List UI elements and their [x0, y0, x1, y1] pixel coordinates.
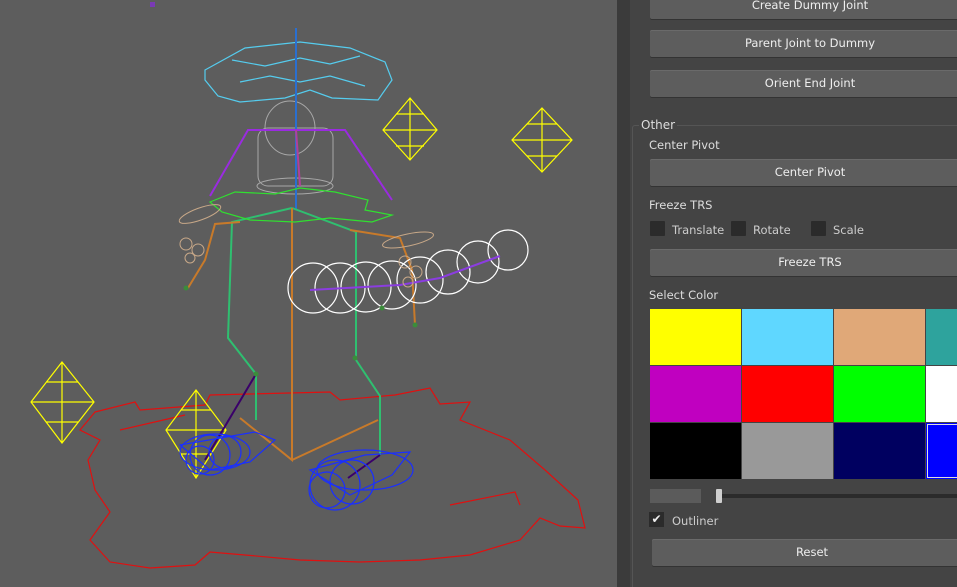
create-dummy-joint-button[interactable]: Create Dummy Joint	[650, 0, 957, 19]
color-swatch[interactable]	[926, 423, 957, 479]
translate-checkbox[interactable]	[650, 221, 665, 236]
outliner-checkbox[interactable]: ✔	[649, 512, 664, 527]
color-slider-track[interactable]	[716, 494, 957, 498]
color-swatch[interactable]	[926, 309, 957, 365]
3d-viewport[interactable]	[0, 0, 617, 587]
color-swatch[interactable]	[650, 423, 741, 479]
freeze-trs-button[interactable]: Freeze TRS	[650, 249, 957, 276]
orient-end-joint-button[interactable]: Orient End Joint	[650, 70, 957, 97]
reset-button[interactable]: Reset	[652, 539, 957, 566]
head-control-curve	[204, 41, 393, 103]
joint-dots	[183, 285, 418, 377]
color-swatch[interactable]	[742, 309, 833, 365]
rig-scene	[30, 2, 586, 569]
tail-joint-chain	[309, 255, 501, 291]
tool-panel: Create Dummy Joint Parent Joint to Dummy…	[630, 0, 957, 587]
color-slider-handle[interactable]	[716, 489, 722, 503]
ground-control-curve	[79, 387, 586, 569]
freeze-trs-label: Freeze TRS	[649, 198, 713, 212]
parent-joint-to-dummy-button[interactable]: Parent Joint to Dummy	[650, 30, 957, 57]
chest-control-curve	[208, 187, 395, 223]
panel-divider[interactable]	[617, 0, 630, 587]
center-pivot-label: Center Pivot	[649, 138, 720, 152]
color-swatch[interactable]	[834, 366, 925, 422]
select-color-label: Select Color	[649, 288, 719, 302]
color-swatch[interactable]	[834, 309, 925, 365]
color-swatch[interactable]	[650, 366, 741, 422]
scale-label: Scale	[833, 223, 864, 237]
locator-marker	[150, 2, 155, 7]
color-swatch[interactable]	[834, 423, 925, 479]
rotate-label: Rotate	[753, 223, 791, 237]
color-swatch[interactable]	[926, 366, 957, 422]
translate-label: Translate	[672, 223, 725, 237]
yellow-diamond-controls	[30, 97, 573, 480]
other-section-title[interactable]: Other	[639, 118, 678, 132]
color-swatch[interactable]	[650, 309, 741, 365]
color-value-field[interactable]	[650, 489, 701, 503]
outliner-label: Outliner	[672, 514, 719, 528]
center-pivot-button[interactable]: Center Pivot	[650, 159, 957, 186]
color-swatch[interactable]	[742, 366, 833, 422]
rotate-checkbox[interactable]	[731, 221, 746, 236]
color-swatch[interactable]	[742, 423, 833, 479]
tail-controls	[287, 229, 529, 314]
scale-checkbox[interactable]	[811, 221, 826, 236]
